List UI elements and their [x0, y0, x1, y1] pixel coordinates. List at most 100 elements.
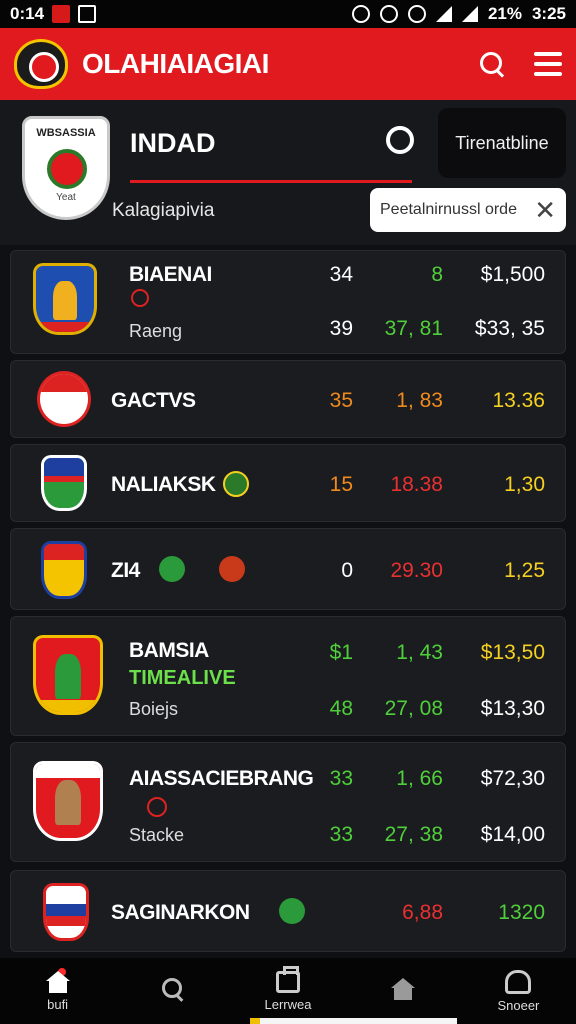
active-tab-indicator [255, 1018, 457, 1024]
team-name: BIAENAI [129, 263, 212, 286]
menu-icon[interactable] [534, 52, 562, 76]
stat-price: 13.36 [492, 389, 545, 412]
stat-price: $14,00 [480, 823, 545, 846]
status-time-left: 0:14 [10, 4, 45, 23]
bottom-nav: bufi Lerrwea Snoeer [0, 958, 576, 1024]
house-icon [391, 978, 416, 1000]
app-logo[interactable] [14, 39, 68, 89]
stat-a: 48 [329, 697, 353, 720]
team-name: BAMSIA [129, 639, 209, 662]
stat-b: 6,88 [402, 901, 443, 924]
stat-price: 1320 [498, 901, 545, 924]
list-item[interactable]: SAGINARKON 6,88 1320 [10, 870, 566, 952]
tab-house[interactable] [346, 958, 461, 1024]
notification-icon [52, 5, 71, 23]
settings-gear-icon[interactable] [386, 126, 414, 154]
battery-percent: 21% [487, 4, 522, 23]
team-name: ZI4 [111, 559, 140, 582]
team-badge-icon [279, 898, 305, 924]
tab-home[interactable]: bufi [0, 958, 115, 1024]
team-crest-icon [33, 635, 103, 715]
list-item[interactable]: BIAENAI Raeng 34 39 8 37, 81 $1,500 $33,… [10, 250, 566, 354]
stat-b: 27, 38 [384, 823, 443, 846]
team-badge-icon [159, 556, 185, 582]
stat-b: 8 [431, 263, 443, 286]
stat-a: $1 [329, 641, 353, 664]
profile-icon [505, 969, 532, 994]
stat-a: 34 [329, 263, 353, 286]
status-time-right: 3:25 [531, 4, 566, 23]
stat-price: $13,30 [480, 697, 545, 720]
title-underline [130, 180, 412, 183]
list-item[interactable]: NALIAKSK 15 18.38 1,30 [10, 444, 566, 522]
team-badge-icon [223, 471, 249, 497]
stat-price: $13,50 [480, 641, 545, 664]
team-sub: Boiejs [129, 699, 179, 719]
stat-b: 18.38 [390, 473, 443, 496]
stat-b: 29.30 [390, 559, 443, 582]
stat-b: 1, 83 [396, 389, 443, 412]
tab-profile[interactable]: Snoeer [461, 958, 576, 1024]
team-crest-icon [37, 371, 91, 427]
stat-b: 1, 43 [396, 641, 443, 664]
crest-ribbon-text: WBSASSIA [36, 127, 96, 139]
team-sub: Raeng [129, 321, 183, 341]
opponent-badge-icon [219, 556, 245, 582]
team-name: SAGINARKON [111, 901, 250, 924]
list-item[interactable]: ZI4 0 29.30 1,25 [10, 528, 566, 610]
info-tooltip: Peetalnirnussl orde ✕ [370, 188, 566, 232]
stat-b: 1, 66 [396, 767, 443, 790]
team-title: INDAD [130, 128, 216, 158]
search-icon[interactable] [478, 50, 506, 78]
bag-icon [276, 965, 300, 993]
stat-a: 35 [329, 389, 353, 412]
list-item[interactable]: GACTVS 35 1, 83 13.36 [10, 360, 566, 438]
team-crest-icon [41, 541, 87, 599]
status-bar: 0:14 21% 3:25 [0, 0, 576, 28]
list-item[interactable]: AIASSACIEBRANG Stacke 33 33 1, 66 27, 38… [10, 742, 566, 862]
team-crest-icon [41, 455, 87, 511]
team-crest-icon [43, 883, 89, 941]
stat-b: 37, 81 [384, 317, 443, 340]
tab-search[interactable] [115, 958, 230, 1024]
stat-a: 15 [329, 473, 353, 496]
tooltip-text: Peetalnirnussl orde [380, 201, 517, 218]
tournament-button[interactable]: Tirenatbline [438, 108, 566, 178]
team-sub: Stacke [129, 825, 185, 845]
app-notification-icon [78, 5, 97, 23]
home-icon [45, 970, 70, 993]
wifi-icon [435, 6, 452, 22]
tab-bag[interactable]: Lerrwea [230, 958, 345, 1024]
shield-icon [407, 5, 426, 23]
stat-price: 1,25 [504, 559, 545, 582]
app-title: OLAHIAIAGIAI [82, 48, 269, 79]
tab-label: Lerrwea [264, 996, 312, 1012]
team-crest-icon [33, 761, 103, 841]
team-name: NALIAKSK [111, 473, 216, 496]
stat-a: 33 [329, 767, 353, 790]
team-subtitle: Kalagiapivia [112, 200, 215, 221]
team-badge-icon [131, 289, 149, 307]
stat-b: 27, 08 [384, 697, 443, 720]
tab-label: Snoeer [497, 997, 540, 1013]
crest-footer-text: Yeat [56, 192, 76, 203]
sync-icon [379, 5, 398, 23]
stat-price: $72,30 [480, 767, 545, 790]
stat-a: 39 [329, 317, 353, 340]
alarm-icon [351, 5, 370, 23]
team-name: AIASSACIEBRANG [129, 767, 314, 790]
team-status: TIMEALIVE [129, 667, 236, 689]
stat-price: $1,500 [480, 263, 545, 286]
list-item[interactable]: BAMSIA TIMEALIVE Boiejs $1 48 1, 43 27, … [10, 616, 566, 736]
tab-label: bufi [47, 996, 69, 1012]
stat-a: 0 [341, 559, 353, 582]
team-name: GACTVS [111, 389, 196, 412]
close-icon[interactable]: ✕ [534, 197, 556, 223]
indicator-accent [250, 1018, 260, 1024]
stat-a: 33 [329, 823, 353, 846]
stat-price: $33, 35 [474, 317, 545, 340]
team-crest-icon [33, 263, 97, 335]
team-badge-icon [147, 797, 167, 817]
search-icon [161, 977, 185, 1001]
team-crest: WBSASSIA Yeat [22, 116, 110, 220]
